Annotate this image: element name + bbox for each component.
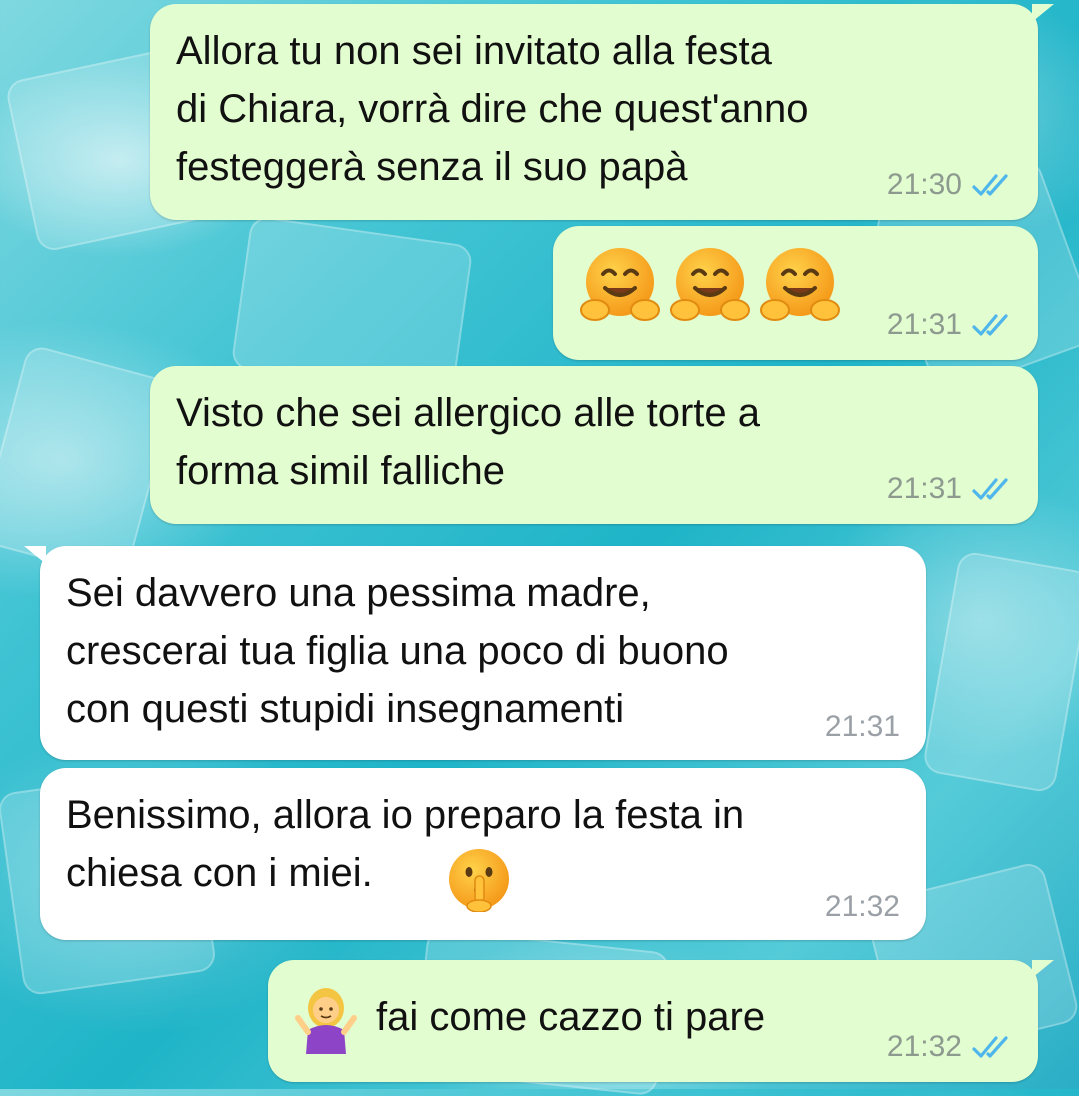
message-time: 21:32 bbox=[886, 1030, 962, 1063]
message-time: 21:31 bbox=[886, 308, 962, 341]
message-meta: 21:30 bbox=[887, 168, 1016, 202]
message-time: 21:31 bbox=[824, 710, 900, 743]
message-text: Allora tu non sei invitato alla festa di… bbox=[176, 29, 809, 189]
message-meta: 21:31 bbox=[825, 710, 900, 744]
message-bubble-outgoing[interactable]: fai come cazzo ti pare 21:32 bbox=[268, 960, 1054, 1082]
bubble-tail bbox=[1032, 4, 1054, 22]
message-text: fai come cazzo ti pare bbox=[376, 995, 766, 1039]
message-meta: 21:31 bbox=[887, 308, 1016, 342]
message-bubble-outgoing[interactable]: Allora tu non sei invitato alla festa di… bbox=[150, 4, 1054, 220]
message-text: Sei davvero una pessima madre, crescerai… bbox=[66, 571, 729, 731]
bubble-tail bbox=[24, 546, 46, 564]
hugging-face-emoji bbox=[667, 244, 753, 330]
read-receipt-icon bbox=[972, 1033, 1016, 1061]
read-receipt-icon bbox=[972, 475, 1016, 503]
hugging-face-emoji bbox=[757, 244, 843, 330]
read-receipt-icon bbox=[972, 311, 1016, 339]
shushing-face-emoji bbox=[446, 846, 512, 917]
message-meta: 21:32 bbox=[825, 890, 900, 924]
message-bubble-outgoing[interactable]: Visto che sei allergico alle torte a for… bbox=[150, 366, 1038, 524]
message-content: Benissimo, allora io preparo la festa in… bbox=[66, 786, 866, 913]
woman-shrugging-emoji bbox=[294, 986, 358, 1061]
message-time: 21:31 bbox=[886, 472, 962, 505]
message-text: Visto che sei allergico alle torte a for… bbox=[176, 391, 761, 493]
message-bubble-outgoing[interactable]: 21:31 bbox=[553, 226, 1038, 360]
message-meta: 21:32 bbox=[887, 1030, 1016, 1064]
bubble-tail bbox=[1032, 960, 1054, 978]
wallpaper-ice-cube bbox=[921, 550, 1079, 794]
read-receipt-icon bbox=[972, 171, 1016, 199]
message-time: 21:32 bbox=[824, 890, 900, 923]
message-emoji-row bbox=[577, 244, 847, 330]
message-time: 21:30 bbox=[886, 168, 962, 201]
message-meta: 21:31 bbox=[887, 472, 1016, 506]
hugging-face-emoji bbox=[577, 244, 663, 330]
message-bubble-incoming[interactable]: Sei davvero una pessima madre, crescerai… bbox=[24, 546, 926, 760]
message-text: Benissimo, allora io preparo la festa in… bbox=[66, 793, 745, 895]
message-bubble-incoming[interactable]: Benissimo, allora io preparo la festa in… bbox=[40, 768, 926, 940]
